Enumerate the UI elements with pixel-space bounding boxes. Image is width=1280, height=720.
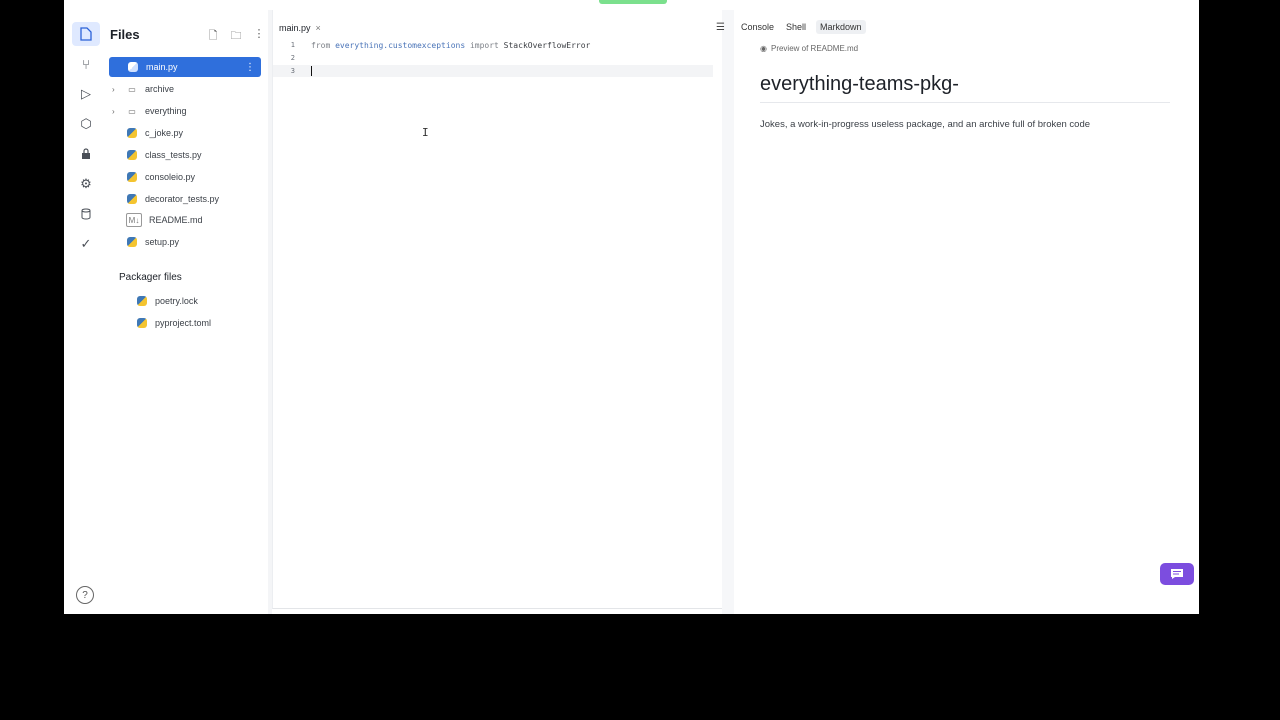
markdown-heading: everything-teams-pkg- [760, 73, 1170, 103]
output-tab-bar: ☰ Console Shell Markdown [716, 18, 866, 36]
tab-markdown[interactable]: Markdown [816, 20, 866, 34]
files-title: Files [110, 27, 140, 42]
folder-archive[interactable]: › ▭ archive [108, 79, 260, 99]
database-icon[interactable] [72, 202, 100, 226]
unit-tests-check-icon[interactable]: ✓ [72, 232, 100, 256]
run-indicator[interactable] [599, 0, 667, 4]
chevron-right-icon[interactable]: › [108, 107, 126, 116]
close-icon[interactable]: × [316, 23, 321, 33]
text-cursor [311, 66, 312, 76]
chevron-right-icon[interactable]: › [108, 85, 126, 94]
python-file-icon [127, 61, 139, 73]
code-identifier: StackOverflowError [503, 40, 591, 50]
tab-shell[interactable]: Shell [784, 20, 808, 34]
code-text-area[interactable]: 1 from everything.customexceptions impor… [273, 38, 723, 598]
file-menu-icon[interactable]: ⋮ [245, 62, 255, 73]
markdown-file-icon: M↓ [126, 213, 142, 227]
markdown-paragraph: Jokes, a work-in-progress useless packag… [760, 119, 1091, 130]
file-label: pyproject.toml [155, 318, 212, 328]
secrets-lock-icon[interactable] [72, 142, 100, 166]
code-line: 1 from everything.customexceptions impor… [273, 39, 713, 51]
help-icon[interactable]: ? [76, 586, 94, 604]
python-file-icon [126, 171, 138, 183]
tab-console[interactable]: Console [739, 20, 776, 34]
file-main-py[interactable]: main.py ⋮ [109, 57, 261, 77]
file-label: archive [145, 84, 175, 94]
preview-label-text: Preview of README.md [770, 44, 859, 53]
tool-sidebar: ⑂ ▷ ⬡ ⚙ ✓ ? [64, 10, 109, 614]
python-file-icon [126, 127, 138, 139]
settings-gear-icon[interactable]: ⚙ [72, 172, 100, 196]
python-file-icon [126, 236, 138, 248]
code-line-current: 3 [273, 65, 713, 77]
file-label: poetry.lock [155, 296, 198, 306]
output-panel: ☰ Console Shell Markdown ◉ Preview of RE… [716, 10, 1199, 614]
file-label: main.py [146, 62, 178, 72]
files-tool-icon[interactable] [72, 22, 100, 46]
new-file-icon[interactable]: 🗋 [206, 27, 220, 46]
file-c-joke-py[interactable]: c_joke.py [108, 123, 260, 143]
pane-resize-handle[interactable] [722, 10, 734, 614]
file-decorator-tests-py[interactable]: decorator_tests.py [108, 189, 260, 209]
eye-icon: ◉ [760, 44, 767, 53]
python-file-icon [136, 317, 148, 329]
files-panel: Files 🗋 🗀 ⋮ main.py ⋮ › ▭ archive › ▭ ever… [108, 10, 268, 614]
files-toolbar: 🗋 🗀 ⋮ [206, 27, 266, 46]
editor-tab-bar: main.py × [273, 16, 327, 40]
line-number: 3 [290, 67, 295, 75]
line-number: 1 [290, 41, 295, 49]
debugger-icon[interactable]: ▷ [72, 82, 100, 106]
editor-tab-main-py[interactable]: main.py × [273, 23, 327, 33]
packages-icon[interactable]: ⬡ [72, 112, 100, 136]
code-editor: main.py × 1 from everything.customexcept… [272, 10, 731, 609]
mouse-ibeam-cursor: I [422, 126, 429, 139]
code-line: 2 [273, 52, 713, 64]
python-file-icon [126, 149, 138, 161]
python-file-icon [136, 295, 148, 307]
code-keyword: from [311, 40, 336, 50]
file-readme-md[interactable]: M↓ README.md [108, 210, 260, 230]
markdown-preview-label: ◉ Preview of README.md [760, 44, 858, 53]
line-number: 2 [290, 54, 295, 62]
packager-files-heading: Packager files [119, 272, 182, 283]
file-consoleio-py[interactable]: consoleio.py [108, 167, 260, 187]
python-file-icon [126, 193, 138, 205]
file-label: setup.py [145, 237, 180, 247]
file-label: README.md [149, 215, 203, 225]
file-label: decorator_tests.py [145, 194, 220, 204]
new-folder-icon[interactable]: 🗀 [229, 27, 243, 46]
file-label: class_tests.py [145, 150, 202, 160]
file-setup-py[interactable]: setup.py [108, 232, 260, 252]
file-pyproject-toml[interactable]: pyproject.toml [118, 313, 270, 333]
folder-icon: ▭ [128, 106, 136, 116]
list-icon[interactable]: ☰ [716, 22, 725, 33]
tab-label: main.py [279, 23, 311, 33]
version-control-icon[interactable]: ⑂ [72, 52, 100, 76]
replit-workspace: ⑂ ▷ ⬡ ⚙ ✓ ? Files 🗋 🗀 ⋮ main.py ⋮ › ▭ arc… [64, 0, 1199, 614]
kebab-icon[interactable]: ⋮ [252, 27, 266, 46]
chat-icon[interactable] [1160, 563, 1194, 585]
file-label: everything [145, 106, 187, 116]
code-module: everything.customexceptions [335, 40, 466, 50]
folder-everything[interactable]: › ▭ everything [108, 101, 260, 121]
folder-icon: ▭ [128, 84, 136, 94]
file-class-tests-py[interactable]: class_tests.py [108, 145, 260, 165]
code-keyword: import [465, 40, 504, 50]
file-poetry-lock[interactable]: poetry.lock [118, 291, 270, 311]
file-label: c_joke.py [145, 128, 184, 138]
file-label: consoleio.py [145, 172, 196, 182]
